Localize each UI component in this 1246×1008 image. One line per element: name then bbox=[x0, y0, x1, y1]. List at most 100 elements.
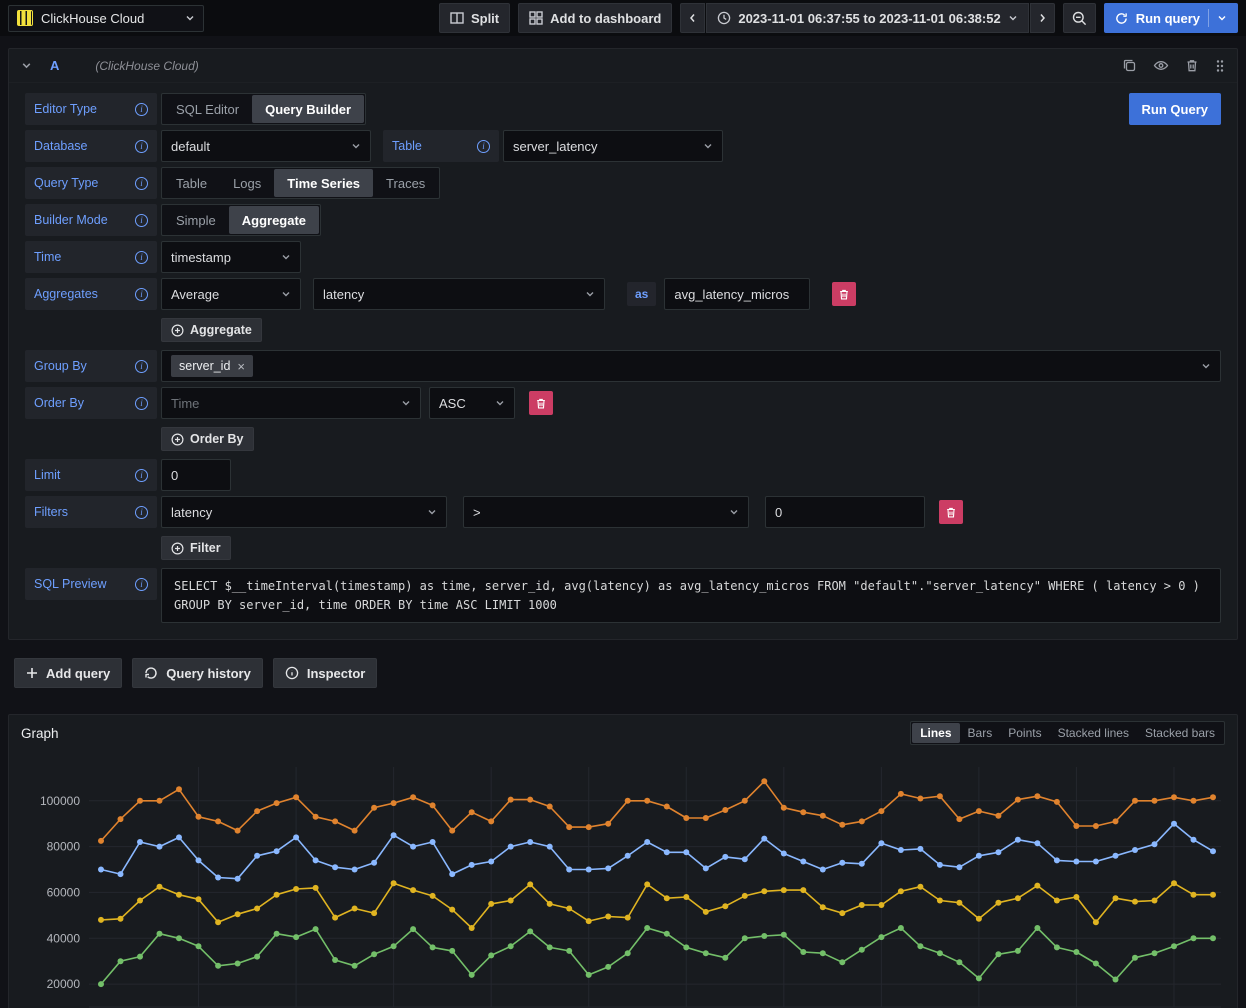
series-point[interactable] bbox=[1210, 848, 1216, 854]
series-point[interactable] bbox=[1152, 841, 1158, 847]
series-point[interactable] bbox=[644, 839, 650, 845]
series-point[interactable] bbox=[391, 880, 397, 886]
time-column-select[interactable]: timestamp bbox=[161, 241, 301, 273]
aggregate-alias-input[interactable] bbox=[664, 278, 810, 310]
series-point[interactable] bbox=[449, 828, 455, 834]
series-point[interactable] bbox=[878, 840, 884, 846]
series-point[interactable] bbox=[449, 871, 455, 877]
series-point[interactable] bbox=[586, 824, 592, 830]
series-point[interactable] bbox=[1073, 859, 1079, 865]
series-point[interactable] bbox=[800, 809, 806, 815]
series-point[interactable] bbox=[215, 875, 221, 881]
editor-type-query-builder[interactable]: Query Builder bbox=[252, 95, 364, 123]
query-ref-id[interactable]: A bbox=[50, 58, 59, 73]
series-point[interactable] bbox=[547, 804, 553, 810]
series-point[interactable] bbox=[235, 961, 241, 967]
series-point[interactable] bbox=[937, 793, 943, 799]
series-point[interactable] bbox=[547, 945, 553, 951]
series-point[interactable] bbox=[605, 964, 611, 970]
hide-query-eye-icon[interactable] bbox=[1153, 58, 1169, 73]
info-icon[interactable]: i bbox=[135, 469, 148, 482]
series-point[interactable] bbox=[722, 807, 728, 813]
series-point[interactable] bbox=[176, 935, 182, 941]
series-point[interactable] bbox=[527, 797, 533, 803]
add-filter-button[interactable]: Filter bbox=[161, 536, 231, 560]
series-point[interactable] bbox=[430, 803, 436, 809]
remove-order-by-button[interactable] bbox=[529, 391, 553, 415]
series-point[interactable] bbox=[839, 910, 845, 916]
series-point[interactable] bbox=[176, 786, 182, 792]
zoom-out-button[interactable] bbox=[1063, 3, 1096, 33]
series-point[interactable] bbox=[878, 808, 884, 814]
series-point[interactable] bbox=[703, 866, 709, 872]
series-point[interactable] bbox=[391, 832, 397, 838]
series-point[interactable] bbox=[781, 932, 787, 938]
series-point[interactable] bbox=[644, 925, 650, 931]
series-point[interactable] bbox=[1073, 949, 1079, 955]
series-point[interactable] bbox=[527, 929, 533, 935]
series-point[interactable] bbox=[761, 888, 767, 894]
series-point[interactable] bbox=[157, 844, 163, 850]
series-point[interactable] bbox=[664, 804, 670, 810]
series-point[interactable] bbox=[956, 900, 962, 906]
series-point[interactable] bbox=[956, 959, 962, 965]
series-point[interactable] bbox=[215, 919, 221, 925]
series-point[interactable] bbox=[742, 856, 748, 862]
series-point[interactable] bbox=[937, 950, 943, 956]
series-point[interactable] bbox=[293, 835, 299, 841]
series-point[interactable] bbox=[742, 893, 748, 899]
series-point[interactable] bbox=[410, 794, 416, 800]
series-point[interactable] bbox=[820, 950, 826, 956]
table-select[interactable]: server_latency bbox=[503, 130, 723, 162]
series-point[interactable] bbox=[859, 902, 865, 908]
series-point[interactable] bbox=[1171, 821, 1177, 827]
aggregate-function-select[interactable]: Average bbox=[161, 278, 301, 310]
series-point[interactable] bbox=[566, 948, 572, 954]
series-point[interactable] bbox=[605, 866, 611, 872]
series-point[interactable] bbox=[859, 819, 865, 825]
series-point[interactable] bbox=[98, 838, 104, 844]
series-point[interactable] bbox=[488, 901, 494, 907]
delete-query-trash-icon[interactable] bbox=[1185, 58, 1199, 73]
series-point[interactable] bbox=[371, 951, 377, 957]
series-point[interactable] bbox=[449, 948, 455, 954]
series-point[interactable] bbox=[157, 798, 163, 804]
series-point[interactable] bbox=[1073, 823, 1079, 829]
series-point[interactable] bbox=[683, 849, 689, 855]
series-point[interactable] bbox=[293, 794, 299, 800]
series-point[interactable] bbox=[488, 953, 494, 959]
series-point[interactable] bbox=[976, 976, 982, 982]
series-point[interactable] bbox=[917, 884, 923, 890]
time-forward-button[interactable] bbox=[1030, 3, 1055, 33]
series-point[interactable] bbox=[664, 849, 670, 855]
aggregate-column-select[interactable]: latency bbox=[313, 278, 605, 310]
series-point[interactable] bbox=[898, 791, 904, 797]
series-point[interactable] bbox=[820, 867, 826, 873]
series-point[interactable] bbox=[1171, 794, 1177, 800]
series-point[interactable] bbox=[995, 813, 1001, 819]
series-point[interactable] bbox=[859, 861, 865, 867]
series-point[interactable] bbox=[1113, 819, 1119, 825]
info-icon[interactable]: i bbox=[135, 103, 148, 116]
series-point[interactable] bbox=[1015, 895, 1021, 901]
run-query-button[interactable]: Run query bbox=[1104, 3, 1238, 33]
series-point[interactable] bbox=[917, 943, 923, 949]
series-point[interactable] bbox=[722, 854, 728, 860]
series-point[interactable] bbox=[274, 892, 280, 898]
series-point[interactable] bbox=[313, 858, 319, 864]
series-point[interactable] bbox=[1171, 880, 1177, 886]
remove-aggregate-button[interactable] bbox=[832, 282, 856, 306]
series-point[interactable] bbox=[1093, 919, 1099, 925]
series-point[interactable] bbox=[976, 808, 982, 814]
series-point[interactable] bbox=[878, 902, 884, 908]
series-point[interactable] bbox=[800, 859, 806, 865]
series-point[interactable] bbox=[332, 864, 338, 870]
viz-option-points[interactable]: Points bbox=[1000, 723, 1049, 743]
timeseries-chart[interactable]: 2000040000600008000010000006:38:0006:38:… bbox=[17, 757, 1229, 1008]
series-point[interactable] bbox=[761, 933, 767, 939]
drag-handle-icon[interactable] bbox=[1215, 59, 1225, 73]
series-point[interactable] bbox=[313, 885, 319, 891]
series-point[interactable] bbox=[508, 797, 514, 803]
series-point[interactable] bbox=[995, 900, 1001, 906]
series-point[interactable] bbox=[586, 972, 592, 978]
